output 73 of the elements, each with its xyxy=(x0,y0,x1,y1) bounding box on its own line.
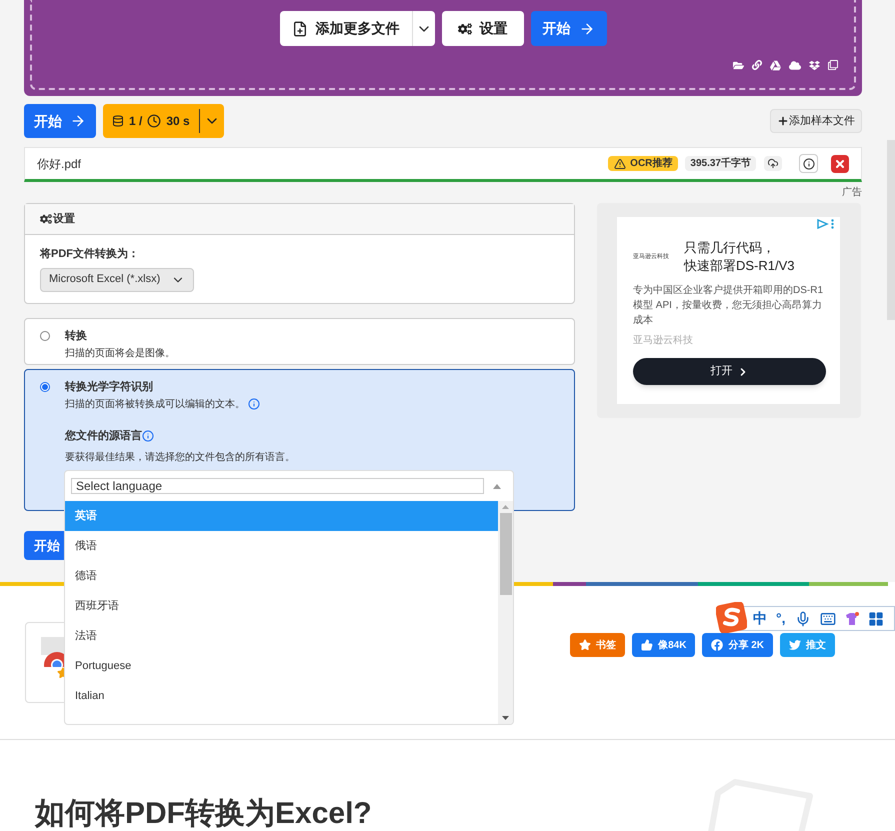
keyboard-icon[interactable] xyxy=(820,610,836,626)
advertiser-name: 亚马逊云科技 xyxy=(633,334,694,348)
file-size: 395.37千字节 xyxy=(685,156,756,171)
language-option[interactable]: 西班牙语 xyxy=(65,591,498,621)
settings-button[interactable]: 设置 xyxy=(442,11,524,46)
file-name: 你好.pdf xyxy=(37,156,82,172)
option-description: 扫描的页面将会是图像。 xyxy=(65,346,175,360)
language-option[interactable]: 德语 xyxy=(65,561,498,591)
copy-icon[interactable] xyxy=(828,60,838,70)
radio-button[interactable] xyxy=(40,382,50,392)
option-title: 转换 xyxy=(65,328,88,344)
coins-icon xyxy=(112,115,124,127)
bird-icon xyxy=(789,639,801,651)
language-search-field[interactable]: Select language xyxy=(71,478,484,494)
format-select[interactable]: Microsoft Excel (*.xlsx) xyxy=(40,268,194,292)
share-button[interactable]: 分享 2K xyxy=(702,633,773,657)
ime-mode[interactable]: 中 xyxy=(753,608,767,629)
ad-label: 广告 xyxy=(842,186,862,200)
time-limit: 30 s xyxy=(166,113,190,130)
info-icon[interactable] xyxy=(142,430,154,442)
info-icon xyxy=(802,158,814,170)
language-option[interactable]: 法语 xyxy=(65,621,498,651)
ime-punctuation[interactable]: °, xyxy=(776,608,786,629)
clock-icon xyxy=(147,114,162,128)
ad-headline: 只需几行代码， xyxy=(684,239,776,257)
language-option[interactable]: Italian xyxy=(65,681,498,711)
star-icon xyxy=(579,639,592,651)
s-logo-icon[interactable] xyxy=(716,602,747,633)
convert-label: 将PDF文件转换为： xyxy=(40,246,140,262)
language-title: 您文件的源语言 xyxy=(65,428,142,444)
microphone-icon[interactable] xyxy=(794,610,810,626)
gears-icon xyxy=(40,213,52,225)
usage-button[interactable]: 1 / 30 s xyxy=(103,104,224,138)
folder-icon[interactable] xyxy=(733,60,744,71)
ad-choices-icon[interactable] xyxy=(817,219,829,229)
remove-button[interactable] xyxy=(831,154,849,172)
thumbs-up-icon xyxy=(641,639,654,651)
warning-icon xyxy=(614,158,626,170)
info-icon[interactable] xyxy=(248,398,260,410)
language-hint: 要获得最佳结果，请选择您的文件包含的所有语言。 xyxy=(65,450,295,465)
ad-body: 专为中国区企业客户提供开箱即用的DS-R1模型 API，按量收费，您无须担心高昂算力成本 xyxy=(633,284,824,328)
shirt-icon[interactable] xyxy=(844,612,858,626)
more-icon[interactable] xyxy=(831,219,834,229)
link-icon[interactable] xyxy=(752,60,762,70)
gears-icon xyxy=(458,22,472,36)
language-option[interactable]: Portuguese xyxy=(65,651,498,681)
add-sample-button[interactable]: 添加样本文件 xyxy=(770,109,862,133)
caret-up-icon[interactable] xyxy=(493,484,501,488)
usage-count: 1 / xyxy=(129,113,142,130)
ad-headline: 快速部署DS-R1/V3 xyxy=(684,257,795,275)
start-button[interactable]: 开始 xyxy=(530,11,606,46)
section-heading: 如何将PDF转换为Excel? xyxy=(35,796,372,831)
share-button[interactable]: 像84K xyxy=(632,633,696,657)
option-title: 转换光学字符识别 xyxy=(65,380,154,395)
open-button[interactable]: 打开 xyxy=(633,358,826,385)
mode-option[interactable]: 转换 扫描的页面将会是图像。 xyxy=(24,318,575,365)
start-button[interactable]: 开始 xyxy=(24,104,96,138)
radio-button[interactable] xyxy=(40,331,50,341)
caret-down-icon[interactable] xyxy=(502,716,509,720)
triangle-icon[interactable] xyxy=(770,60,781,71)
option-description: 扫描的页面将被转换成可以编辑的文本。 xyxy=(65,398,245,412)
upload-icon[interactable] xyxy=(764,156,782,171)
info-button[interactable] xyxy=(799,154,818,173)
close-icon xyxy=(834,158,846,170)
cloud-icon[interactable] xyxy=(789,60,801,71)
ocr-badge: OCR推荐 xyxy=(608,156,678,171)
grid-icon[interactable] xyxy=(868,610,884,626)
arrow-right-icon xyxy=(70,113,86,129)
boxes-icon[interactable] xyxy=(809,60,820,71)
settings-title: 设置 xyxy=(53,212,75,227)
plus-icon xyxy=(777,115,789,127)
file-plus-icon xyxy=(292,20,308,36)
scrollbar[interactable] xyxy=(498,501,513,724)
